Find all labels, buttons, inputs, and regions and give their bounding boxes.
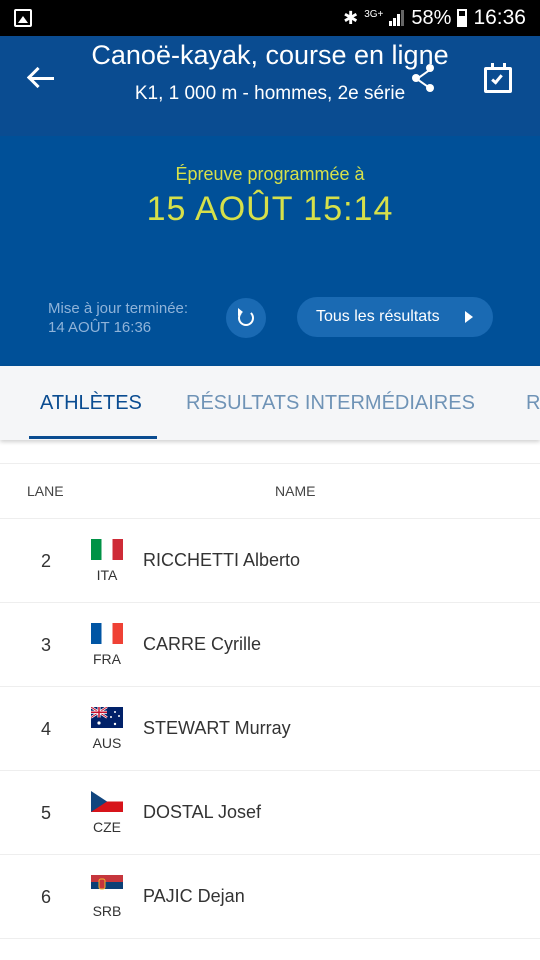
table-header: LANE NAME <box>0 463 540 518</box>
athlete-name: RICCHETTI Alberto <box>143 550 301 570</box>
country-code: SRB <box>92 903 122 919</box>
back-arrow-icon[interactable] <box>26 66 56 92</box>
battery-percent: 58% <box>411 6 452 29</box>
country-code: AUS <box>92 735 122 751</box>
signal-icon <box>389 10 405 26</box>
table-row[interactable]: 5 CZE DOSTAL Josef <box>0 770 540 854</box>
share-icon[interactable] <box>412 64 438 92</box>
active-tab-indicator <box>29 436 157 439</box>
country-code: CZE <box>93 819 121 835</box>
czech-flag-icon <box>91 791 123 812</box>
tab-bar: ATHLÈTES RÉSULTATS INTERMÉDIAIRES R <box>0 366 540 440</box>
network-type: 3G+ <box>364 8 384 20</box>
tab-athletes[interactable]: ATHLÈTES <box>40 392 142 415</box>
gallery-icon <box>14 9 32 27</box>
athlete-name: CARRE Cyrille <box>143 634 262 654</box>
battery-icon <box>457 9 468 27</box>
column-header-name: NAME <box>275 483 316 499</box>
france-flag-icon <box>91 623 123 644</box>
table-row[interactable]: 2 ITA RICCHETTI Alberto <box>0 518 540 602</box>
scheduled-label: Épreuve programmée à <box>175 164 365 184</box>
update-time: 14 AOÛT 16:36 <box>48 319 152 336</box>
tab-intermediate-results[interactable]: RÉSULTATS INTERMÉDIAIRES <box>186 392 475 415</box>
lane-number: 2 <box>41 551 52 571</box>
status-bar: ✱ 3G+ 58% 16:36 <box>0 0 540 36</box>
lane-number: 5 <box>41 803 52 823</box>
all-results-button[interactable]: Tous les résultats <box>297 297 493 337</box>
play-arrow-icon <box>465 311 473 323</box>
lane-number: 6 <box>41 887 52 907</box>
athlete-name: PAJIC Dejan <box>143 886 245 906</box>
lane-number: 3 <box>41 635 52 655</box>
italy-flag-icon <box>91 539 123 560</box>
table-row[interactable]: 6 SRB PAJIC Dejan <box>0 854 540 938</box>
table-row[interactable] <box>0 938 540 960</box>
refresh-button[interactable] <box>226 298 266 338</box>
athlete-name: DOSTAL Josef <box>143 802 262 822</box>
update-label: Mise à jour terminée: <box>48 300 189 317</box>
add-to-calendar-icon[interactable] <box>484 63 512 93</box>
column-header-lane: LANE <box>27 483 64 499</box>
table-row[interactable]: 4 AUS STEWART Murray <box>0 686 540 770</box>
lane-number: 4 <box>41 719 52 739</box>
australia-flag-icon <box>91 707 123 728</box>
bluetooth-icon: ✱ <box>343 7 359 28</box>
country-code: ITA <box>96 567 118 583</box>
table-row[interactable]: 3 FRA CARRE Cyrille <box>0 602 540 686</box>
tab-results[interactable]: R <box>526 392 540 415</box>
country-code: FRA <box>93 651 121 667</box>
serbia-flag-icon <box>91 875 123 896</box>
scheduled-time: 15 AOÛT 15:14 <box>146 190 394 228</box>
clock: 16:36 <box>473 6 526 29</box>
athlete-name: STEWART Murray <box>143 718 291 738</box>
all-results-label: Tous les résultats <box>316 308 440 325</box>
event-header: Canoë-kayak, course en ligne K1, 1 000 m… <box>0 36 540 366</box>
